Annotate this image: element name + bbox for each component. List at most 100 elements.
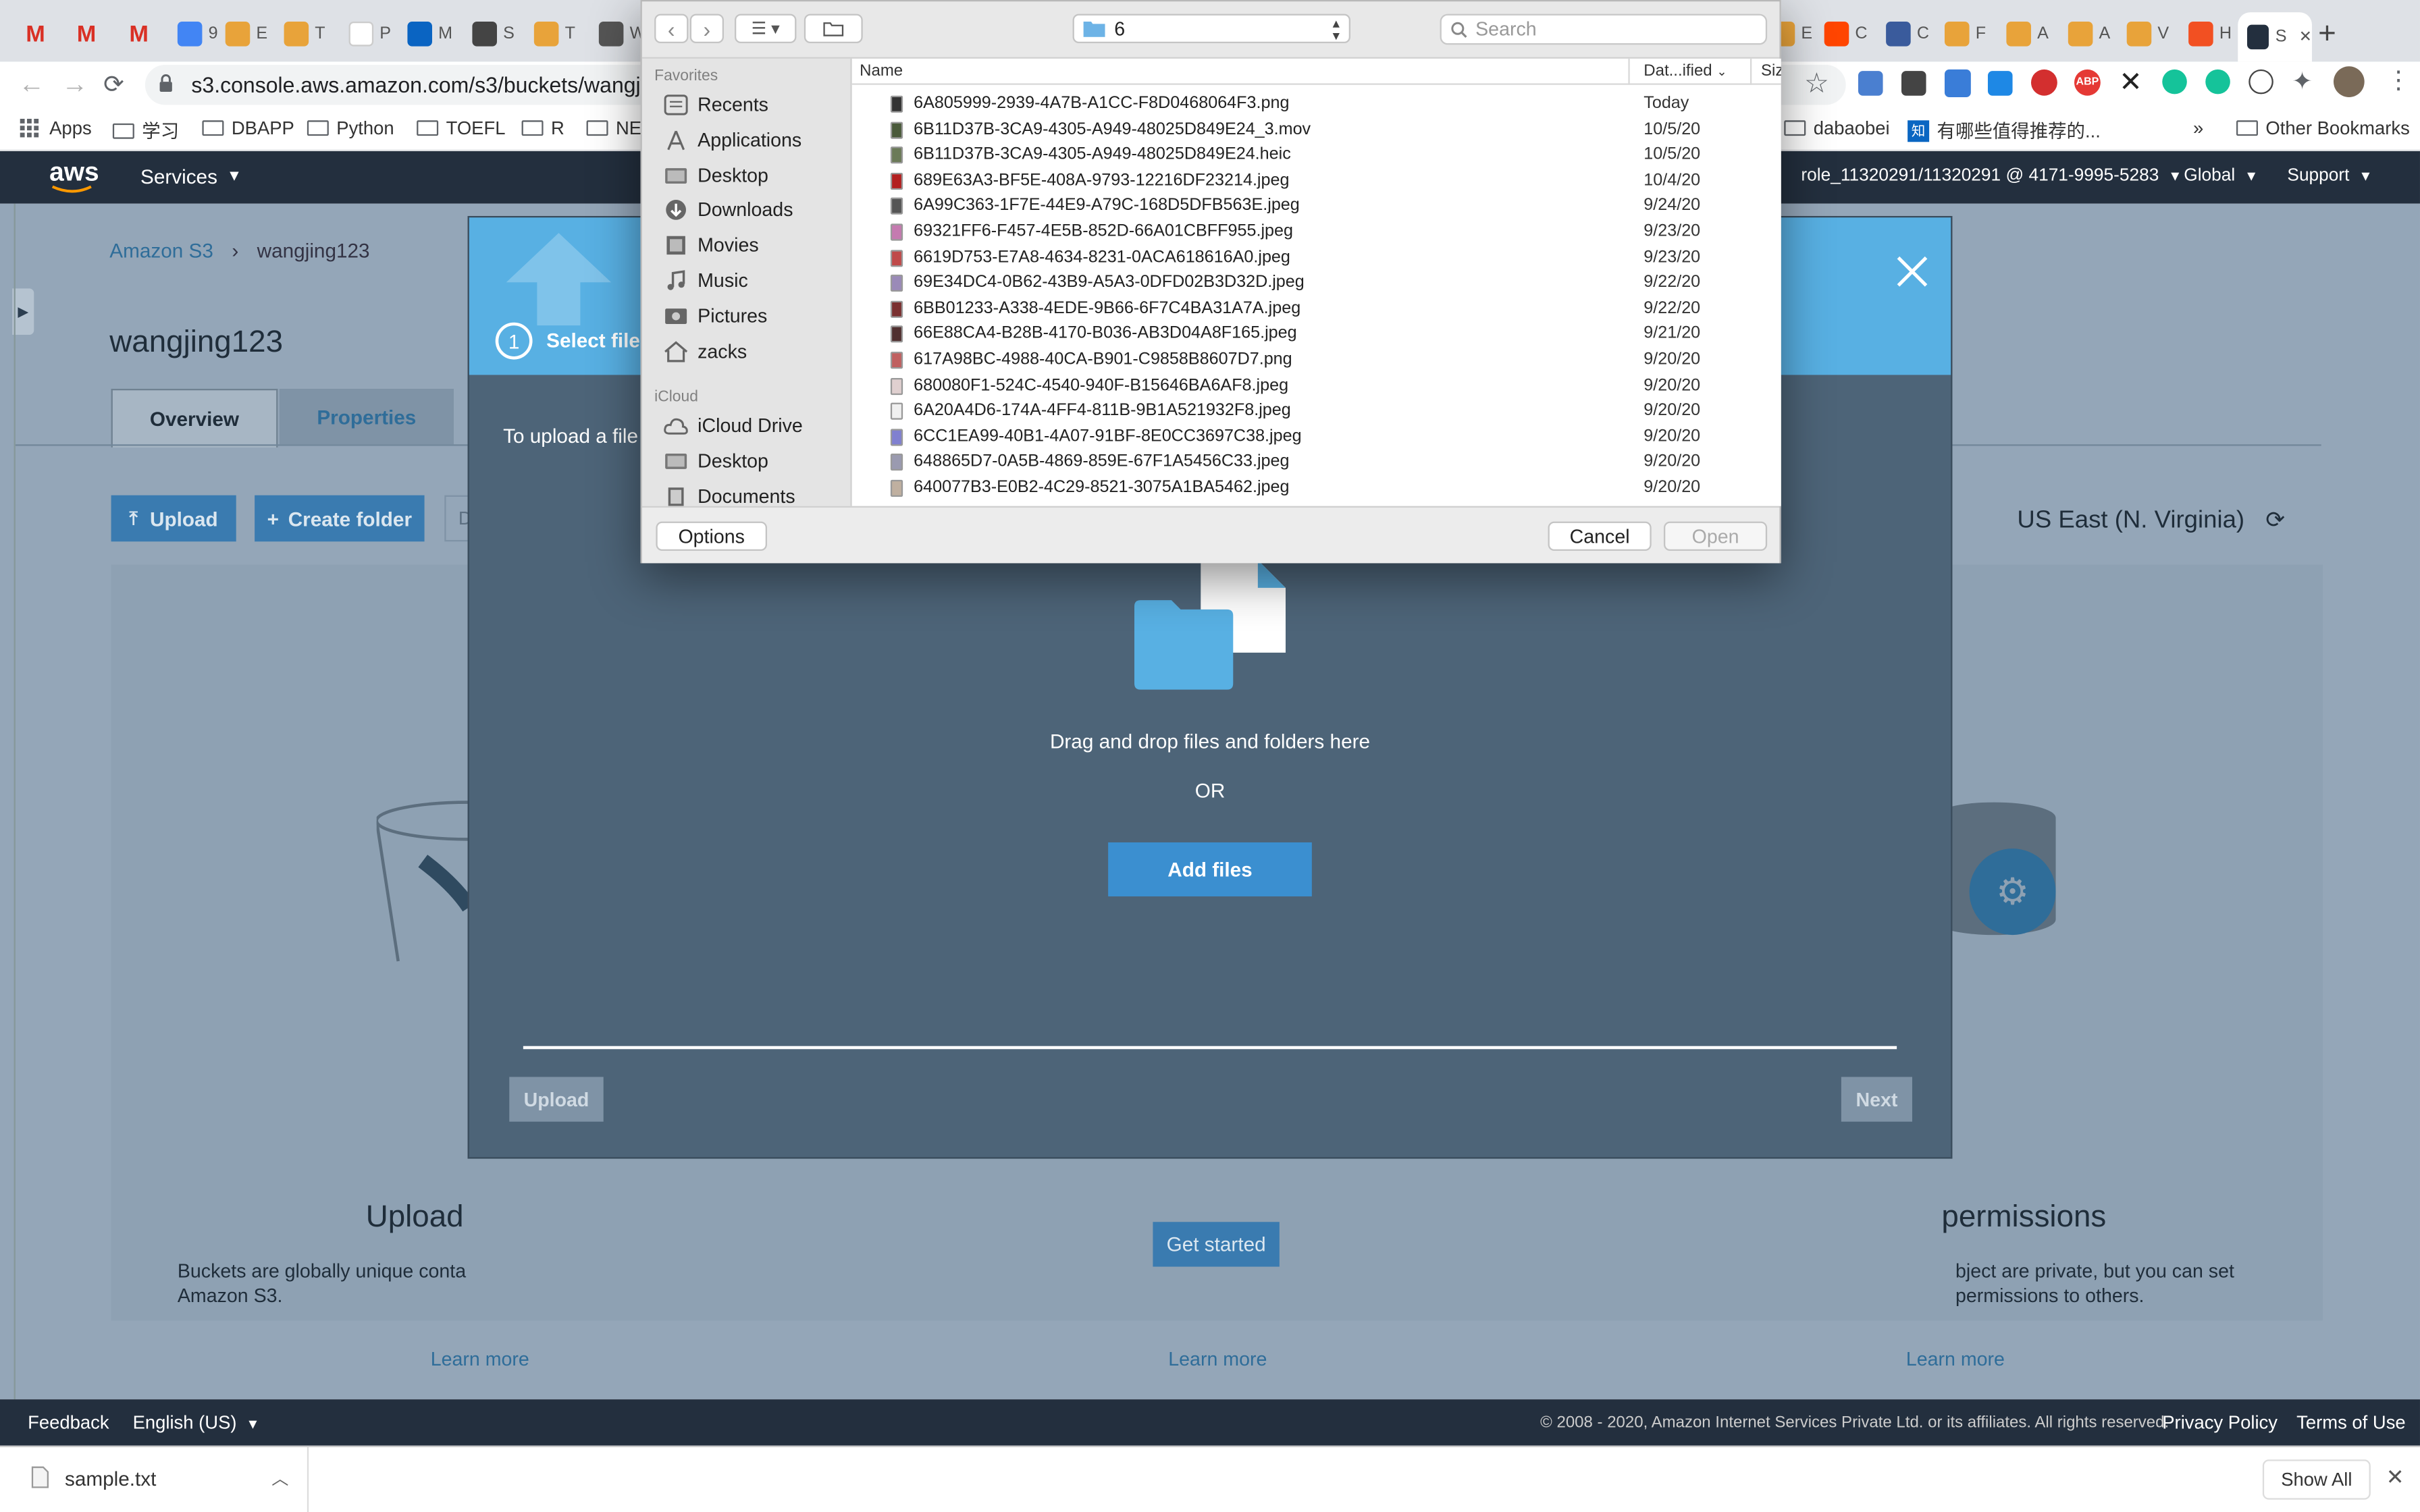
aws-logo[interactable]: aws [49, 157, 99, 188]
bookmark-folder[interactable]: 学习 [112, 117, 179, 144]
bookmark-other[interactable]: Other Bookmarks [2236, 117, 2410, 139]
modal-next-button[interactable]: Next [1841, 1077, 1912, 1122]
sb-extension-icon[interactable] [2248, 69, 2273, 94]
sidebar-item-music[interactable]: Music [664, 270, 748, 292]
file-row[interactable]: 6A99C363-1F7E-44E9-A79C-168D5DFB563E.jpe… [852, 194, 1781, 219]
bookmark-star-icon[interactable]: ☆ [1804, 68, 1829, 101]
profile-avatar[interactable] [2333, 66, 2365, 97]
get-started-button[interactable]: Get started [1153, 1222, 1280, 1267]
calendar-extension-icon[interactable] [1944, 69, 1971, 97]
new-folder-button[interactable] [804, 14, 863, 43]
file-row[interactable]: 648865D7-0A5B-4869-859E-67F1A5456C33.jpe… [852, 450, 1781, 475]
browser-tab[interactable]: F [1944, 12, 1986, 55]
close-download-shelf-icon[interactable]: ✕ [2386, 1464, 2404, 1490]
card-permissions-learn-more[interactable]: Learn more [1906, 1349, 2005, 1370]
file-row[interactable]: 640077B3-E0B2-4C29-8521-3075A1BA5462.jpe… [852, 475, 1781, 501]
sidebar-item-applications[interactable]: Applications [664, 130, 801, 151]
browser-tab[interactable]: P [348, 12, 391, 55]
sidebar-item-movies[interactable]: Movies [664, 235, 759, 256]
column-name-header[interactable]: Name [860, 61, 903, 80]
browser-tab[interactable]: W [598, 12, 646, 55]
bookmark-folder[interactable]: Python [307, 117, 394, 139]
add-files-button[interactable]: Add files [1108, 842, 1312, 896]
file-row[interactable]: 6619D753-E7A8-4634-8231-0ACA618616A0.jpe… [852, 244, 1781, 270]
file-row[interactable]: 689E63A3-BF5E-408A-9793-12216DF23214.jpe… [852, 168, 1781, 194]
location-popup[interactable]: 6 ▴ ▾ [1072, 14, 1350, 43]
sidebar-item-desktop[interactable]: Desktop [664, 165, 768, 186]
extension-icon[interactable] [2205, 69, 2230, 94]
card-middle-learn-more[interactable]: Learn more [1168, 1349, 1267, 1370]
bookmark-folder[interactable]: R [521, 117, 564, 139]
language-selector[interactable]: English (US) ▼ [133, 1411, 260, 1433]
options-button[interactable]: Options [656, 521, 767, 551]
file-row[interactable]: 6CC1EA99-40B1-4A07-91BF-8E0CC3697C38.jpe… [852, 424, 1781, 450]
sidebar-expand-toggle[interactable]: ▶ [12, 288, 34, 335]
cancel-button[interactable]: Cancel [1548, 521, 1652, 551]
browser-tab[interactable]: 9 [177, 12, 218, 55]
browser-tab[interactable]: M [126, 12, 157, 55]
region-menu[interactable]: Global ▼ [2184, 167, 2258, 185]
browser-tab[interactable]: M [23, 12, 54, 55]
view-mode-button[interactable]: ☰ ▾ [734, 14, 797, 43]
browser-tab[interactable]: C [1824, 12, 1868, 55]
upload-button[interactable]: ⤒ Upload [111, 495, 236, 542]
sidebar-item-icloud-drive[interactable]: iCloud Drive [664, 415, 803, 437]
create-folder-button[interactable]: + Create folder [255, 495, 425, 542]
browser-tab[interactable]: S [472, 12, 515, 55]
sidebar-item-documents[interactable]: Documents [664, 485, 795, 506]
file-row[interactable]: 617A98BC-4988-40CA-B901-C9858B8607D7.png… [852, 347, 1781, 373]
file-row[interactable]: 69321FF6-F457-4E5B-852D-66A01CBFF955.jpe… [852, 219, 1781, 245]
close-x-extension-icon[interactable]: ✕ [2119, 66, 2142, 99]
close-modal-icon[interactable] [1895, 254, 1929, 288]
browser-tab[interactable]: T [284, 12, 325, 55]
feedback-link[interactable]: Feedback [28, 1411, 109, 1433]
browser-tab[interactable]: V [2126, 12, 2169, 55]
extensions-puzzle-icon[interactable]: ✦ [2292, 66, 2313, 97]
tab-properties[interactable]: Properties [279, 388, 454, 445]
file-row[interactable]: 66E88CA4-B28B-4170-B036-AB3D04A8F165.jpe… [852, 321, 1781, 347]
column-size-header[interactable]: Siz [1761, 61, 1781, 80]
browser-tab[interactable]: H [2188, 12, 2232, 55]
extension-icon[interactable] [1901, 71, 1926, 96]
open-button[interactable]: Open [1663, 521, 1768, 551]
browser-tab-active[interactable]: S ✕ [2238, 12, 2312, 62]
sidebar-item-zacks[interactable]: zacks [664, 340, 747, 362]
back-button[interactable]: ← [18, 70, 45, 101]
file-row[interactable]: 6B11D37B-3CA9-4305-A949-48025D849E24_3.m… [852, 117, 1781, 142]
chevron-up-icon[interactable]: ︿ [271, 1465, 288, 1490]
forward-button[interactable]: → [61, 70, 88, 101]
services-menu[interactable]: Services ▼ [140, 165, 242, 188]
browser-tab[interactable]: M [74, 12, 105, 55]
modal-upload-button[interactable]: Upload [509, 1077, 604, 1122]
bookmark-apps[interactable]: Apps [18, 117, 92, 139]
sidebar-item-pictures[interactable]: Pictures [664, 305, 767, 327]
file-row[interactable]: 6BB01233-A338-4EDE-9B66-6F7C4BA31A7A.jpe… [852, 296, 1781, 321]
reload-button[interactable]: ⟳ [103, 70, 124, 101]
bookmark-folder[interactable]: TOEFL [417, 117, 505, 139]
breadcrumb-amazon-s3[interactable]: Amazon S3 [109, 239, 213, 262]
tab-overview[interactable]: Overview [111, 388, 278, 448]
browser-tab[interactable]: C [1886, 12, 1929, 55]
bookmark-folder[interactable]: DBAPP [202, 117, 294, 139]
new-tab-button[interactable]: + [2318, 17, 2336, 53]
browser-tab[interactable]: T [533, 12, 575, 55]
account-menu[interactable]: role_11320291/11320291 @ 4171-9995-5283 ▼ [1801, 167, 2182, 185]
browser-tab[interactable]: A [2006, 12, 2049, 55]
file-row[interactable]: 680080F1-524C-4540-940F-B15646BA6AF8.jpe… [852, 373, 1781, 398]
nav-back-button[interactable]: ‹ [654, 14, 689, 43]
bookmarks-overflow-button[interactable]: » [2193, 117, 2203, 139]
browser-tab[interactable]: E [225, 12, 267, 55]
sidebar-item-desktop[interactable]: Desktop [664, 450, 768, 472]
browser-tab[interactable]: A [2068, 12, 2110, 55]
card-upload-learn-more[interactable]: Learn more [431, 1349, 529, 1370]
file-row[interactable]: 6A805999-2939-4A7B-A1CC-F8D0468064F3.png… [852, 91, 1781, 117]
privacy-policy-link[interactable]: Privacy Policy [2162, 1411, 2278, 1433]
extension-icon[interactable] [1987, 71, 2013, 96]
file-row[interactable]: 69E34DC4-0B62-43B9-A5A3-0DFD02B3D32D.jpe… [852, 270, 1781, 296]
show-all-button[interactable]: Show All [2262, 1459, 2371, 1500]
search-input[interactable]: Search [1440, 14, 1768, 45]
bookmark-folder[interactable]: NE [586, 117, 641, 139]
file-row[interactable]: 6B11D37B-3CA9-4305-A949-48025D849E24.hei… [852, 142, 1781, 168]
nav-forward-button[interactable]: › [689, 14, 724, 43]
download-item[interactable]: sample.txt ︿ [0, 1447, 309, 1512]
